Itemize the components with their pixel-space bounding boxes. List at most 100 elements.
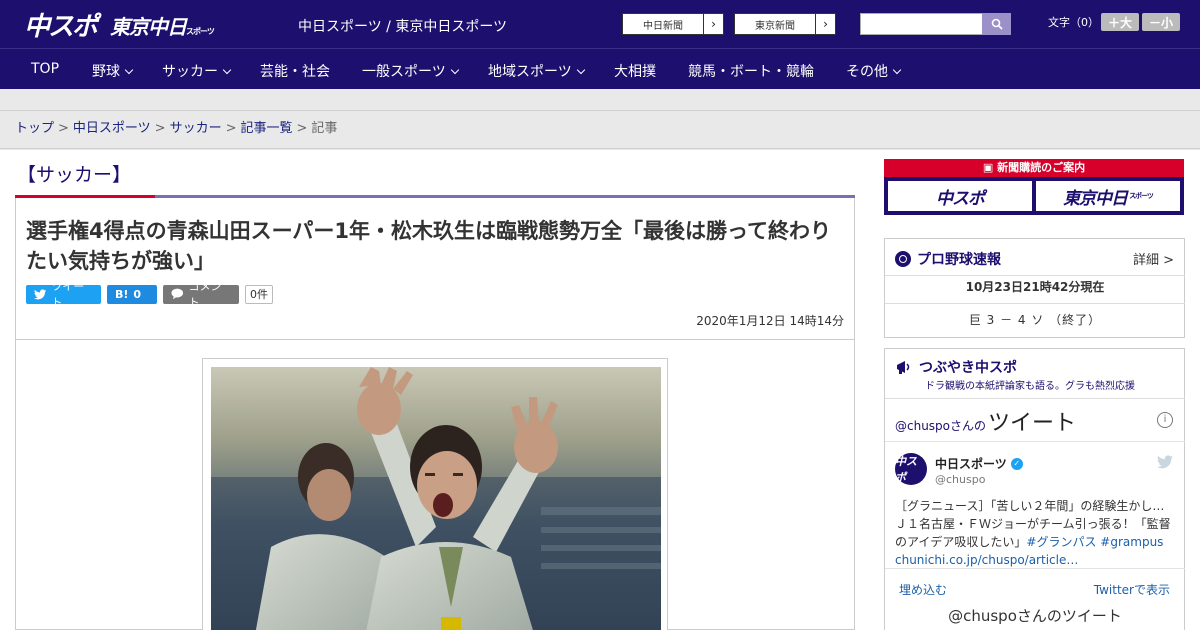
tweet-author-name: 中日スポーツ: [935, 457, 1007, 471]
nav-item-baseball[interactable]: 野球: [92, 61, 134, 81]
soccer-player-photo: [211, 367, 661, 630]
tokyo-logo-text: 東京中日: [110, 15, 187, 39]
chevron-down-icon: [222, 65, 232, 75]
tweets-title-text: つぶやき中スポ: [919, 360, 1017, 376]
subscribe-chuspo-button[interactable]: 中スポ: [888, 181, 1032, 211]
nav-item-soccer[interactable]: サッカー: [162, 61, 232, 81]
sub-bar: [0, 89, 1200, 111]
chevron-down-icon: [576, 65, 585, 75]
nav-label: 地域スポーツ: [488, 64, 572, 80]
subscription-title-text: 新聞購読のご案内: [997, 161, 1086, 174]
search-icon: [991, 18, 1003, 30]
nav-label: TOP: [31, 61, 60, 77]
tokyo-logo-small: スポーツ: [186, 27, 215, 36]
subscribe-tokyo-chunichi-button[interactable]: 東京中日 スポーツ: [1036, 181, 1180, 211]
breadcrumb-link-chunichi-sports[interactable]: 中日スポーツ: [73, 121, 151, 136]
baseball-score[interactable]: 巨 3 － 4 ソ （終了）: [885, 311, 1185, 328]
article-header: 選手権4得点の青森山田スーパー1年・松木玖生は臨戦態勢万全「最後は勝って終わりた…: [15, 198, 855, 340]
tweets-subtitle: ドラ観戦の本紙評論家も語る。グラも熱烈応援: [925, 381, 1135, 392]
breadcrumb-link-top[interactable]: トップ: [15, 121, 54, 136]
comment-label: コメント: [188, 280, 222, 309]
baseball-update-time: 10月23日21時42分現在: [885, 275, 1185, 295]
comment-count: 0件: [245, 284, 273, 304]
breadcrumb-sep: >: [296, 121, 308, 136]
breadcrumb-sep: >: [58, 121, 69, 136]
tweet-button[interactable]: ツイート: [26, 280, 101, 309]
nav-label: 一般スポーツ: [362, 64, 446, 80]
main-nav: TOP 野球 サッカー 芸能・社会 一般スポーツ 地域スポーツ 大相撲 競馬・ボ…: [0, 48, 1200, 89]
hashtag-link[interactable]: #グランパス: [1026, 535, 1096, 549]
nav-label: その他: [846, 64, 888, 80]
nav-label: 野球: [92, 64, 120, 80]
tweet-item[interactable]: 中スポ 中日スポーツ ✓ @chuspo ［グラニュース］「苦しい２年間」の経験生…: [885, 443, 1185, 569]
nav-label: 芸能・社会: [260, 64, 330, 80]
twitter-bird-icon[interactable]: [1157, 455, 1173, 469]
search-input[interactable]: [860, 13, 983, 35]
breadcrumb-current: 記事: [311, 121, 338, 136]
subscription-title[interactable]: ▣ 新聞購読のご案内: [884, 159, 1184, 177]
tokyo-chunichi-logo[interactable]: 東京中日スポーツ: [110, 11, 215, 40]
nav-label: サッカー: [162, 64, 218, 80]
nav-item-local-sports[interactable]: 地域スポーツ: [488, 61, 585, 81]
subscription-banner: ▣ 新聞購読のご案内 中スポ 東京中日 スポーツ: [884, 159, 1184, 215]
hatena-icon: B!: [115, 287, 129, 301]
chevron-right-icon: ›: [703, 14, 723, 34]
timeline-header-text[interactable]: @chuspoさんのツイート: [895, 405, 1076, 437]
tweet-handle[interactable]: @chuspo: [935, 473, 985, 486]
chunichi-shimbun-button[interactable]: 中日新聞 ›: [622, 13, 724, 35]
timeline-word: ツイート: [988, 411, 1077, 436]
tokyo-shimbun-button[interactable]: 東京新聞 ›: [734, 13, 836, 35]
nav-item-general-sports[interactable]: 一般スポーツ: [362, 61, 459, 81]
article-headline: 選手権4得点の青森山田スーパー1年・松木玖生は臨戦態勢万全「最後は勝って終わりた…: [26, 219, 831, 273]
comment-button[interactable]: コメント: [163, 280, 239, 309]
nav-item-other[interactable]: その他: [846, 61, 902, 81]
subscribe-tokyo-text: 東京中日: [1063, 188, 1128, 209]
hashtag-link[interactable]: #grampus: [1100, 535, 1163, 549]
tweets-title: つぶやき中スポ: [895, 357, 1017, 377]
font-smaller-button[interactable]: －小: [1142, 13, 1180, 31]
chevron-down-icon: [450, 65, 459, 75]
breadcrumb-link-article-list[interactable]: 記事一覧: [241, 121, 293, 136]
nav-item-top[interactable]: TOP: [31, 61, 59, 77]
speech-bubble-icon: [171, 288, 184, 300]
baseball-title-text: プロ野球速報: [917, 252, 1001, 268]
embed-link[interactable]: 埋め込む: [899, 581, 947, 598]
newspaper-icon: ▣: [982, 161, 998, 174]
megaphone-icon: [897, 361, 910, 374]
baseball-scores-box: プロ野球速報 詳細 > 10月23日21時42分現在 巨 3 － 4 ソ （終了…: [884, 238, 1185, 338]
article-photo-frame: [202, 358, 668, 630]
subscribe-tokyo-small: スポーツ: [1129, 192, 1154, 200]
breadcrumb: トップ > 中日スポーツ > サッカー > 記事一覧 > 記事: [0, 111, 1200, 149]
tweet-url-link[interactable]: chunichi.co.jp/chuspo/article…: [895, 553, 1078, 567]
publish-date: 2020年1月12日 14時14分: [696, 314, 844, 328]
tweet-author[interactable]: 中日スポーツ ✓: [935, 455, 1023, 472]
verified-badge-icon: ✓: [1010, 457, 1023, 470]
nav-item-sumo[interactable]: 大相撲: [614, 61, 656, 81]
more-tweets-link[interactable]: @chuspoさんのツイート: [885, 605, 1185, 626]
nav-label: 競馬・ボート・競輪: [688, 64, 814, 80]
baseball-icon: [895, 251, 911, 267]
breadcrumb-sep: >: [154, 121, 166, 136]
tokyo-shimbun-label: 東京新聞: [755, 20, 795, 32]
chuspo-logo[interactable]: 中スポ: [24, 6, 98, 43]
info-icon[interactable]: i: [1157, 412, 1173, 428]
tweet-text: ［グラニュース］「苦しい２年間」の経験生かし…Ｊ１名古屋・ＦＷジョーがチーム引っ…: [895, 497, 1175, 569]
chevron-right-icon: ›: [815, 14, 835, 34]
article-photo[interactable]: [211, 367, 661, 630]
avatar[interactable]: 中スポ: [895, 453, 927, 485]
timeline-header: @chuspoさんのツイート i: [885, 398, 1185, 442]
share-buttons: ツイート B! 0 コメント 0件: [26, 280, 273, 309]
nav-item-racing[interactable]: 競馬・ボート・競輪: [688, 61, 814, 81]
search-button[interactable]: [982, 13, 1011, 35]
breadcrumb-link-soccer[interactable]: サッカー: [170, 121, 222, 136]
font-size-label: 文字（0）: [1048, 16, 1099, 29]
baseball-detail-link[interactable]: 詳細 >: [1133, 249, 1174, 268]
view-on-twitter-link[interactable]: Twitterで表示: [1094, 581, 1170, 598]
hatena-bookmark-button[interactable]: B! 0: [107, 284, 157, 304]
site-links[interactable]: 中日スポーツ / 東京中日スポーツ: [298, 16, 507, 36]
article-body: [15, 340, 855, 630]
font-larger-button[interactable]: ＋大: [1101, 13, 1139, 31]
baseball-title: プロ野球速報: [895, 249, 1001, 269]
nav-item-entertainment[interactable]: 芸能・社会: [260, 61, 330, 81]
nav-label: 大相撲: [614, 64, 656, 80]
